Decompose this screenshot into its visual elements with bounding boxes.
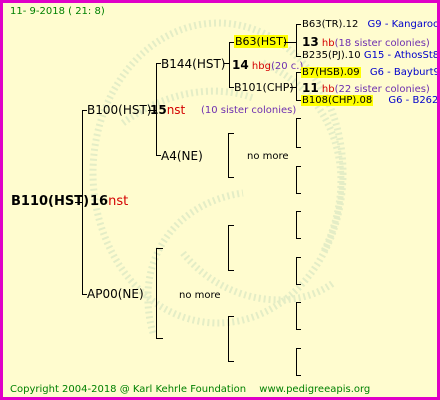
- b100-sister-note: (10 sister colonies): [201, 105, 297, 116]
- b144-num: 14: [232, 58, 249, 72]
- b235-info: G15 - AthosSt80R: [363, 50, 440, 61]
- b101-count: 11 hb(22 sister colonies): [302, 82, 430, 95]
- b235-label: B235(PJ).10: [302, 50, 361, 61]
- node-b7: B7(HSB).09 G6 - Bayburt98-3: [301, 67, 440, 78]
- b108-label: B108(CHP).08: [301, 95, 374, 106]
- footer-copyright: Copyright 2004-2018 @ Karl Kehrle Founda…: [10, 384, 247, 395]
- parent-node-ap00: AP00(NE): [87, 287, 144, 301]
- footer-url[interactable]: www.pedigreeapis.org: [259, 384, 370, 395]
- footer: Copyright 2004-2018 @ Karl Kehrle Founda…: [10, 385, 370, 395]
- grandparent-node-a4: A4(NE): [161, 149, 203, 163]
- b63-tr-info: G9 - Kangaroo98R: [367, 19, 440, 30]
- b100-unit: nst: [166, 103, 186, 117]
- parent-node-b100: B100(HST): [87, 103, 152, 117]
- b63-note: (18 sister colonies): [334, 38, 430, 49]
- b7-info: G6 - Bayburt98-3: [369, 67, 440, 78]
- ap00-no-more: no more: [179, 290, 221, 301]
- b108-info: G6 - B262(NE): [388, 95, 439, 106]
- date-stamp: 11- 9-2018 ( 21: 8): [10, 6, 105, 17]
- node-b108: B108(CHP).08 G6 - B262(NE): [301, 95, 439, 106]
- grandparent-node-b144: B144(HST): [161, 57, 226, 71]
- b63-label: B63(HST): [234, 35, 289, 48]
- b101-unit: hb: [321, 84, 335, 95]
- b101-num: 11: [302, 81, 319, 95]
- node-b235: B235(PJ).10 G15 - AthosSt80R: [302, 50, 440, 61]
- b144-count: 14 hbg(20 c.): [232, 59, 303, 72]
- a4-no-more: no more: [247, 151, 289, 162]
- root-unit: nst: [108, 194, 129, 209]
- node-b63-tr: B63(TR).12 G9 - Kangaroo98R: [302, 19, 440, 30]
- pedigree-frame: 11- 9-2018 ( 21: 8) B110(HST) 16nst B100…: [0, 0, 440, 400]
- root-count: 16nst: [90, 195, 128, 208]
- b101-note: (22 sister colonies): [334, 84, 430, 95]
- b7-label: B7(HSB).09: [301, 67, 361, 78]
- b63-count: 13 hb(18 sister colonies): [302, 36, 430, 49]
- b144-unit: hbg: [251, 61, 271, 72]
- b144-note: (20 c.): [270, 61, 304, 72]
- node-b63: B63(HST): [234, 35, 289, 48]
- root-num: 16: [90, 194, 109, 209]
- b63-unit: hb: [321, 38, 335, 49]
- b63-num: 13: [302, 35, 319, 49]
- b63-tr-label: B63(TR).12: [302, 19, 359, 30]
- node-b101: B101(CHP): [234, 81, 294, 94]
